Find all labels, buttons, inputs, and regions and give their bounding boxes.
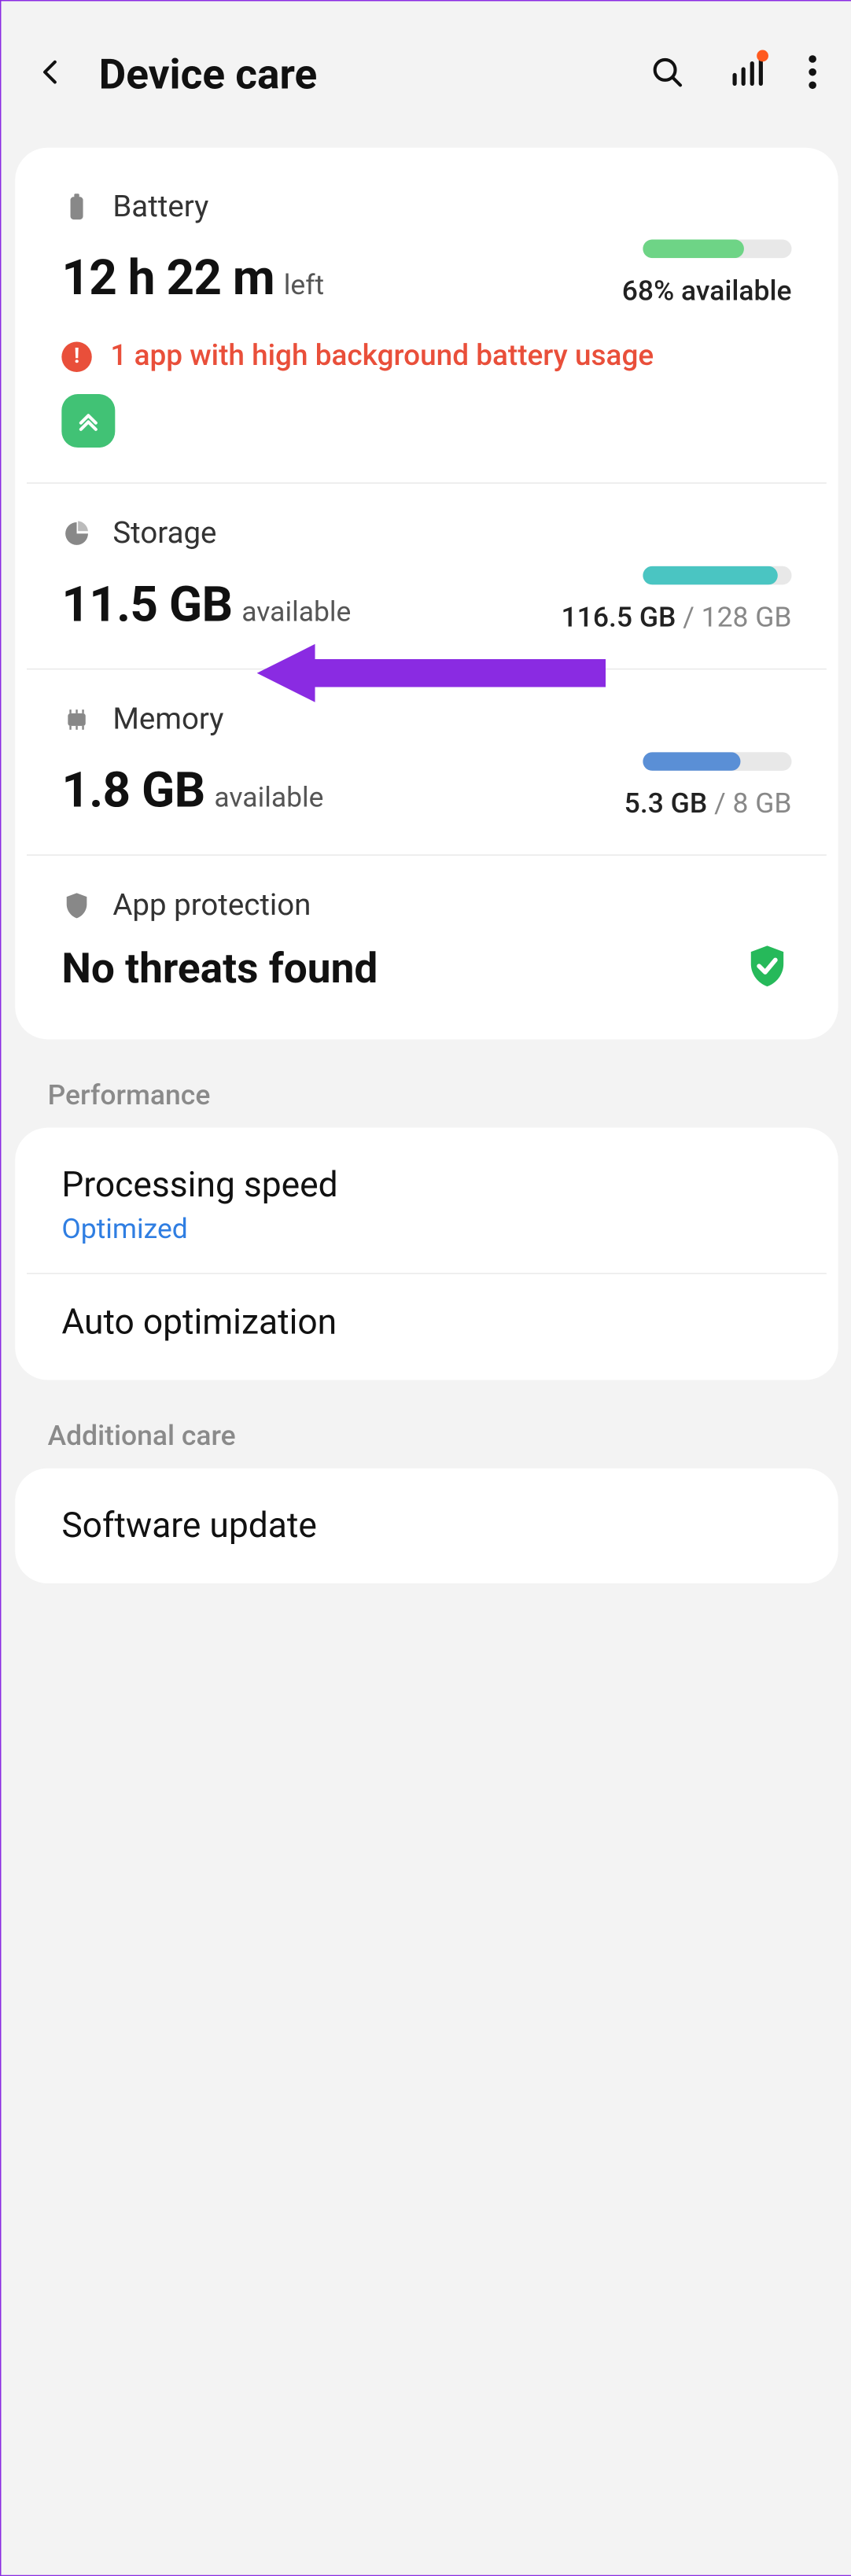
- warning-icon: !: [61, 341, 91, 371]
- activity-icon[interactable]: [729, 54, 764, 94]
- memory-total: 8 GB: [733, 787, 792, 820]
- battery-section[interactable]: Battery 12 h 22 m left 68% available ! 1…: [15, 157, 838, 483]
- battery-percent: 68% available: [622, 275, 792, 307]
- search-icon[interactable]: [650, 54, 684, 94]
- software-update-title: Software update: [61, 1505, 791, 1546]
- storage-total: 128 GB: [702, 601, 792, 633]
- status-card: Battery 12 h 22 m left 68% available ! 1…: [15, 148, 838, 1040]
- memory-usage: 5.3 GB / 8 GB: [624, 787, 792, 820]
- memory-label: Memory: [112, 702, 223, 737]
- processing-speed-item[interactable]: Processing speed Optimized: [15, 1137, 838, 1273]
- processing-speed-sub: Optimized: [61, 1213, 791, 1245]
- storage-section[interactable]: Storage 11.5 GB available 116.5 GB / 128…: [27, 482, 827, 668]
- processing-speed-title: Processing speed: [61, 1165, 791, 1206]
- auto-optimization-title: Auto optimization: [61, 1302, 791, 1343]
- auto-optimization-item[interactable]: Auto optimization: [27, 1273, 827, 1370]
- battery-icon: [61, 192, 91, 222]
- performance-group-label: Performance: [1, 1039, 851, 1127]
- back-button[interactable]: [36, 54, 66, 94]
- memory-used: 5.3 GB: [624, 787, 708, 820]
- storage-used: 116.5 GB: [562, 601, 676, 633]
- storage-label: Storage: [112, 516, 216, 551]
- shield-icon: [61, 890, 91, 920]
- memory-value: 1.8 GB: [61, 763, 204, 820]
- more-options-icon[interactable]: [808, 54, 817, 94]
- storage-icon: [61, 518, 91, 548]
- battery-suffix: left: [284, 268, 324, 300]
- memory-bar: [643, 752, 791, 771]
- battery-bar: [643, 239, 791, 258]
- shield-check-icon: [742, 942, 791, 995]
- header: Device care: [1, 1, 851, 147]
- battery-warning[interactable]: ! 1 app with high background battery usa…: [61, 340, 791, 374]
- protection-label: App protection: [112, 888, 311, 923]
- memory-icon: [61, 705, 91, 735]
- optimize-button[interactable]: [61, 394, 115, 448]
- notification-dot-icon: [757, 50, 768, 62]
- protection-status: No threats found: [61, 944, 378, 993]
- additional-care-card: Software update: [15, 1469, 838, 1583]
- performance-card: Processing speed Optimized Auto optimiza…: [15, 1128, 838, 1380]
- battery-value: 12 h 22 m: [61, 250, 274, 307]
- software-update-item[interactable]: Software update: [15, 1478, 838, 1575]
- memory-section[interactable]: Memory 1.8 GB available 5.3 GB / 8 GB: [27, 669, 827, 854]
- additional-care-group-label: Additional care: [1, 1380, 851, 1468]
- battery-label: Battery: [112, 190, 208, 224]
- app-protection-section[interactable]: App protection No threats found: [27, 854, 827, 1030]
- page-title: Device care: [99, 50, 617, 99]
- storage-value: 11.5 GB: [61, 577, 232, 633]
- storage-bar: [643, 566, 791, 585]
- battery-warning-text: 1 app with high background battery usage: [110, 340, 654, 374]
- storage-usage: 116.5 GB / 128 GB: [562, 601, 792, 633]
- storage-suffix: available: [241, 595, 351, 628]
- memory-suffix: available: [214, 781, 323, 813]
